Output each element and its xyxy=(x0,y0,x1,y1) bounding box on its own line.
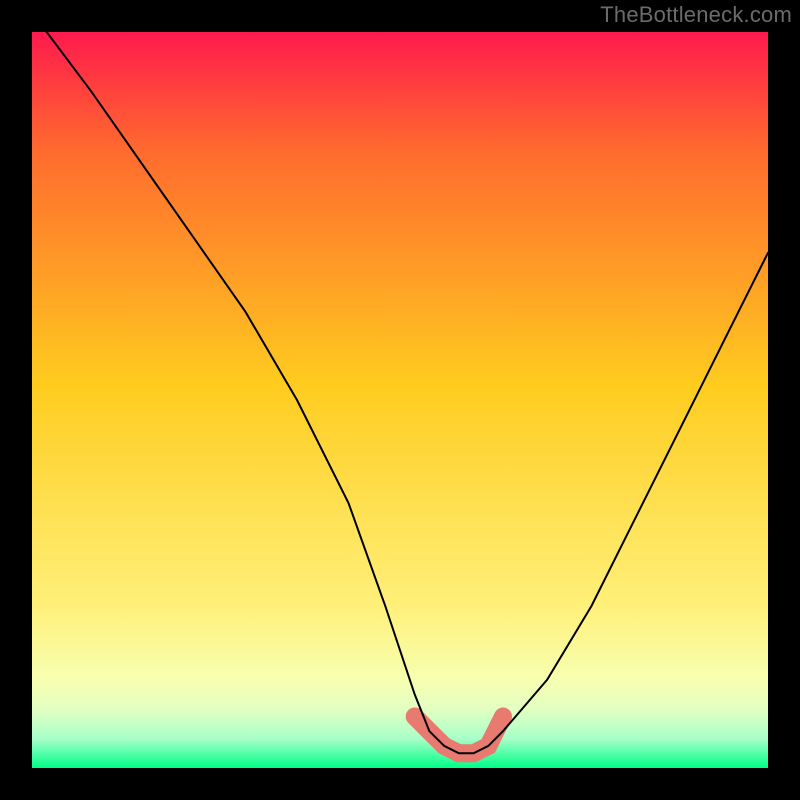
watermark-text: TheBottleneck.com xyxy=(600,2,792,28)
curve-layer xyxy=(32,32,768,768)
plot-area xyxy=(32,32,768,768)
valley-highlight xyxy=(415,717,503,754)
bottleneck-curve xyxy=(47,32,768,753)
chart-frame: TheBottleneck.com xyxy=(0,0,800,800)
